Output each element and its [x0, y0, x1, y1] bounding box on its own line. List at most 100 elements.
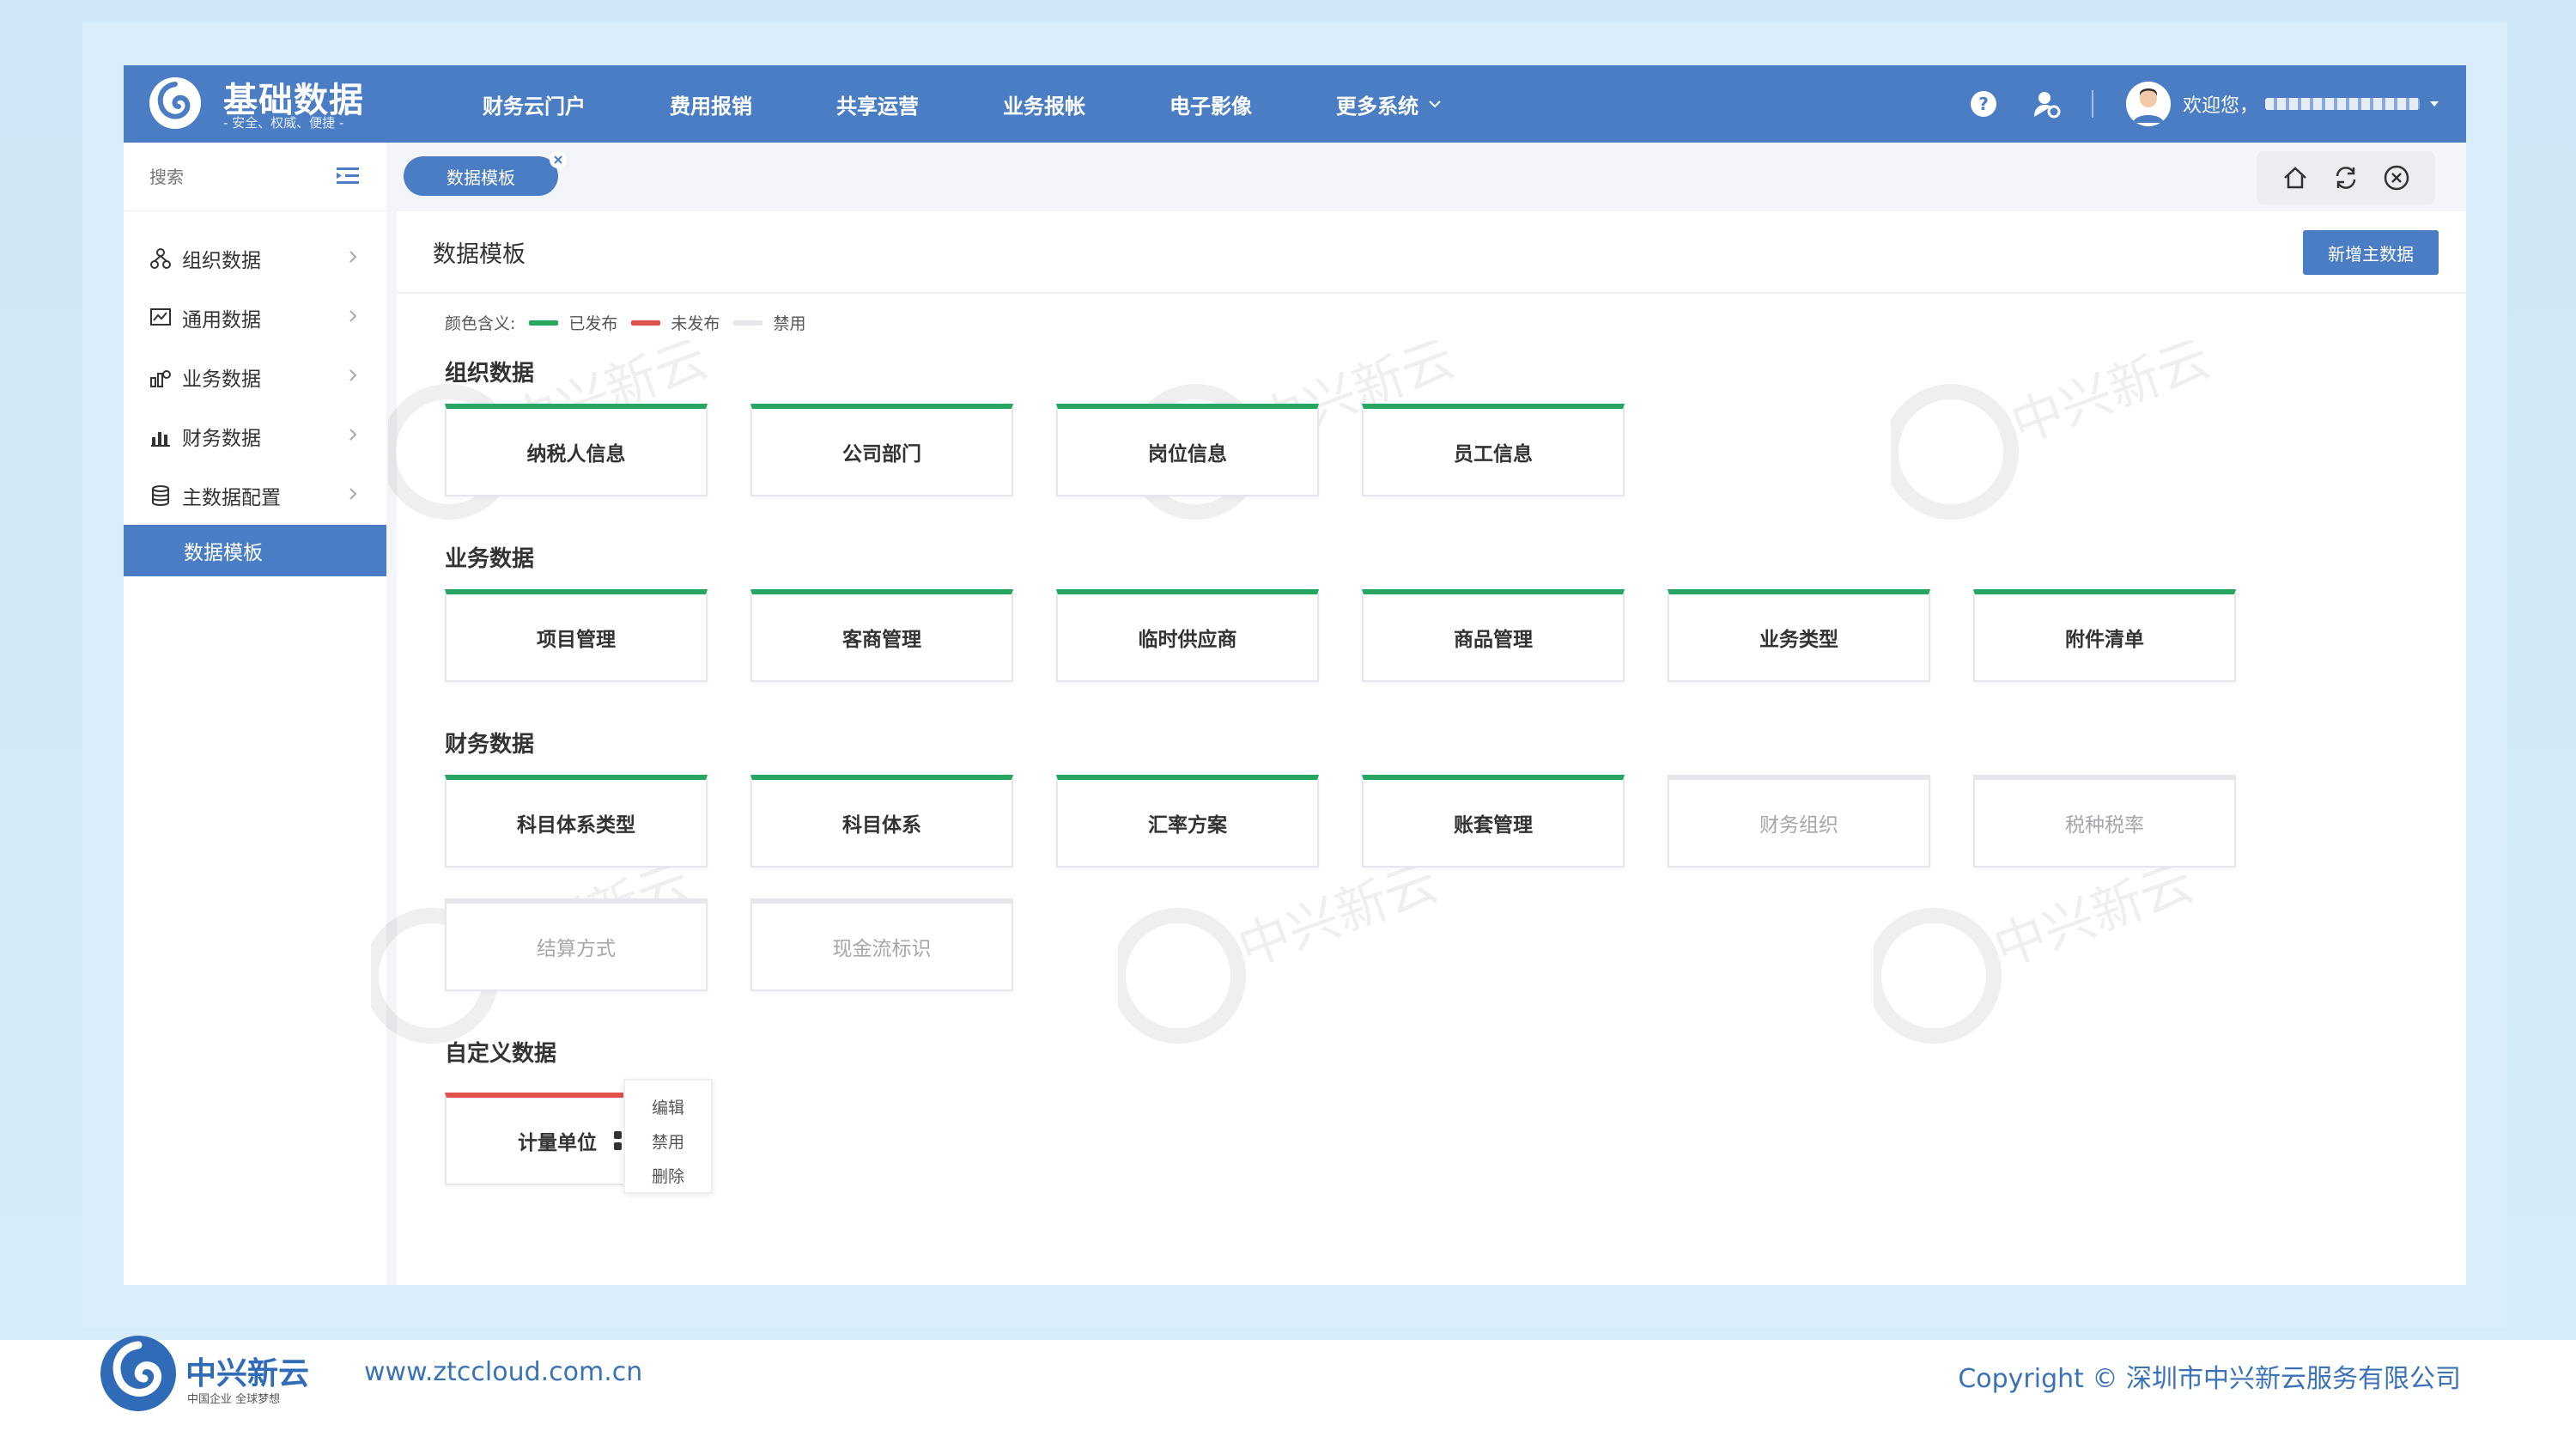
footer-copyright: Copyright © 深圳市中兴新云服务有限公司	[1958, 1364, 2461, 1394]
menu-item-disable[interactable]: 禁用	[625, 1123, 711, 1158]
template-card-finance-org[interactable]: 财务组织	[1668, 775, 1930, 868]
footer-url[interactable]: www.ztccloud.com.cn	[364, 1357, 642, 1387]
nav-item-e-image[interactable]: 电子影像	[1170, 89, 1252, 119]
username-redacted	[2265, 98, 2420, 110]
chevron-right-icon	[349, 251, 357, 263]
card-label: 计量单位	[518, 1132, 597, 1154]
menu-item-delete[interactable]: 删除	[625, 1158, 711, 1192]
section-title-finance: 财务数据	[445, 732, 535, 758]
template-card-project[interactable]: 项目管理	[445, 589, 708, 682]
template-card-account-system-type[interactable]: 科目体系类型	[445, 775, 708, 868]
add-master-data-button[interactable]: 新增主数据	[2303, 230, 2439, 275]
sidebar-item-label: 业务数据	[182, 368, 261, 391]
top-navigation-bar: 基础数据 - 安全、权威、便捷 - 财务云门户 费用报销 共享运营 业务报帐 电…	[124, 65, 2466, 143]
template-card-exchange-rate[interactable]: 汇率方案	[1056, 775, 1319, 868]
app-slogan: - 安全、权威、便捷 -	[223, 115, 344, 131]
footer-brand-slogan: 中国企业 全球梦想	[187, 1393, 281, 1406]
sidebar-search	[124, 143, 386, 211]
watermark-text: 中兴新云	[1986, 864, 2200, 979]
chevron-down-icon	[1429, 100, 1441, 108]
sidebar: 组织数据 通用数据 业务数据	[124, 143, 386, 1285]
app-logo-icon	[149, 77, 201, 129]
template-card-temp-supplier[interactable]: 临时供应商	[1056, 589, 1319, 682]
user-avatar[interactable]	[2125, 82, 2171, 126]
tab-bar: 数据模板	[386, 143, 2466, 211]
nav-item-shared-ops[interactable]: 共享运营	[836, 89, 919, 119]
nav-item-business-report[interactable]: 业务报帐	[1003, 89, 1085, 119]
top-right-tools: ? 欢迎您，	[1935, 65, 2440, 143]
template-card-business-type[interactable]: 业务类型	[1668, 589, 1930, 682]
sidebar-item-master-data-config[interactable]: 主数据配置	[124, 466, 386, 525]
legend-swatch-disabled	[733, 320, 763, 326]
chevron-right-icon	[349, 429, 357, 441]
template-card-ledger[interactable]: 账套管理	[1362, 775, 1625, 868]
footer-brand-name: 中兴新云	[185, 1356, 310, 1391]
template-card-tax-rate[interactable]: 税种税率	[1973, 775, 2236, 868]
chevron-right-icon	[349, 369, 357, 381]
nav-item-more-systems[interactable]: 更多系统	[1336, 89, 1443, 119]
help-icon[interactable]: ?	[1968, 88, 1999, 119]
main-nav: 财务云门户 费用报销 共享运营 业务报帐 电子影像 更多系统	[483, 65, 1527, 143]
close-circle-icon[interactable]	[2381, 162, 2412, 193]
template-card-cashflow[interactable]: 现金流标识	[750, 898, 1013, 991]
chevron-right-icon	[349, 488, 357, 500]
database-icon	[152, 484, 169, 506]
tab-close-icon[interactable]	[550, 151, 567, 168]
caret-down-icon[interactable]	[2428, 98, 2440, 110]
top-divider	[2091, 90, 2093, 118]
sidebar-item-business-data[interactable]: 业务数据	[124, 347, 386, 406]
menu-item-edit[interactable]: 编辑	[625, 1089, 711, 1123]
sidebar-subitem-data-template[interactable]: 数据模板	[124, 525, 386, 576]
legend-item-published: 已发布	[568, 314, 618, 333]
page-title: 数据模板	[433, 241, 526, 268]
sidebar-item-finance-data[interactable]: 财务数据	[124, 406, 386, 466]
watermark-text: 中兴新云	[2003, 340, 2217, 455]
general-data-icon	[150, 307, 171, 326]
template-card-settlement[interactable]: 结算方式	[445, 898, 708, 991]
org-icon	[150, 247, 171, 269]
template-card-account-system[interactable]: 科目体系	[750, 775, 1013, 868]
sidebar-menu: 组织数据 通用数据 业务数据 财务数据 主数据配置 数据模板	[124, 228, 386, 576]
page-header: 数据模板 新增主数据	[397, 211, 2466, 294]
legend-item-unpublished: 未发布	[671, 314, 720, 333]
nav-item-finance-portal[interactable]: 财务云门户	[483, 89, 586, 119]
app-window: 基础数据 - 安全、权威、便捷 - 财务云门户 费用报销 共享运营 业务报帐 电…	[124, 65, 2466, 1285]
finance-data-icon	[151, 431, 170, 447]
menu-collapse-icon[interactable]	[335, 163, 361, 189]
business-data-icon	[150, 369, 171, 387]
template-card-customer-vendor[interactable]: 客商管理	[750, 589, 1013, 682]
tab-data-template[interactable]: 数据模板	[404, 156, 558, 196]
nav-more-label: 更多系统	[1336, 94, 1419, 119]
sidebar-search-input[interactable]	[149, 163, 321, 191]
color-legend: 颜色含义: 已发布 未发布 禁用	[445, 311, 805, 334]
section-title-org: 组织数据	[445, 361, 535, 387]
home-icon[interactable]	[2280, 162, 2311, 193]
sidebar-item-general-data[interactable]: 通用数据	[124, 288, 386, 347]
card-action-menu: 编辑 禁用 删除	[623, 1079, 713, 1194]
watermark-logo: 中兴新云	[1118, 864, 1445, 1044]
user-settings-icon[interactable]	[2032, 88, 2063, 119]
watermark-logo: 中兴新云	[1891, 340, 2218, 520]
legend-swatch-unpublished	[631, 320, 661, 326]
template-card-position[interactable]: 岗位信息	[1056, 404, 1319, 496]
template-card-taxpayer[interactable]: 纳税人信息	[445, 404, 708, 496]
watermark-logo: 中兴新云	[1874, 864, 2201, 1044]
refresh-icon[interactable]	[2330, 162, 2361, 193]
welcome-text: 欢迎您，	[2182, 95, 2258, 117]
template-card-employee[interactable]: 员工信息	[1362, 404, 1625, 496]
section-title-business: 业务数据	[445, 546, 535, 572]
watermark-text: 中兴新云	[1230, 864, 1444, 979]
template-card-product[interactable]: 商品管理	[1362, 589, 1625, 682]
sidebar-item-label: 财务数据	[182, 427, 261, 450]
template-card-company-dept[interactable]: 公司部门	[750, 404, 1013, 496]
tab-tools	[2257, 151, 2435, 204]
sidebar-item-label: 通用数据	[182, 308, 261, 332]
legend-label: 颜色含义:	[445, 314, 516, 333]
template-card-attachment-list[interactable]: 附件清单	[1973, 589, 2236, 682]
sidebar-item-org-data[interactable]: 组织数据	[124, 228, 386, 288]
legend-swatch-published	[529, 320, 559, 326]
svg-text:?: ?	[1978, 94, 1989, 114]
section-title-custom: 自定义数据	[445, 1041, 557, 1067]
legend-item-disabled: 禁用	[773, 314, 806, 333]
nav-item-expense[interactable]: 费用报销	[670, 89, 752, 119]
